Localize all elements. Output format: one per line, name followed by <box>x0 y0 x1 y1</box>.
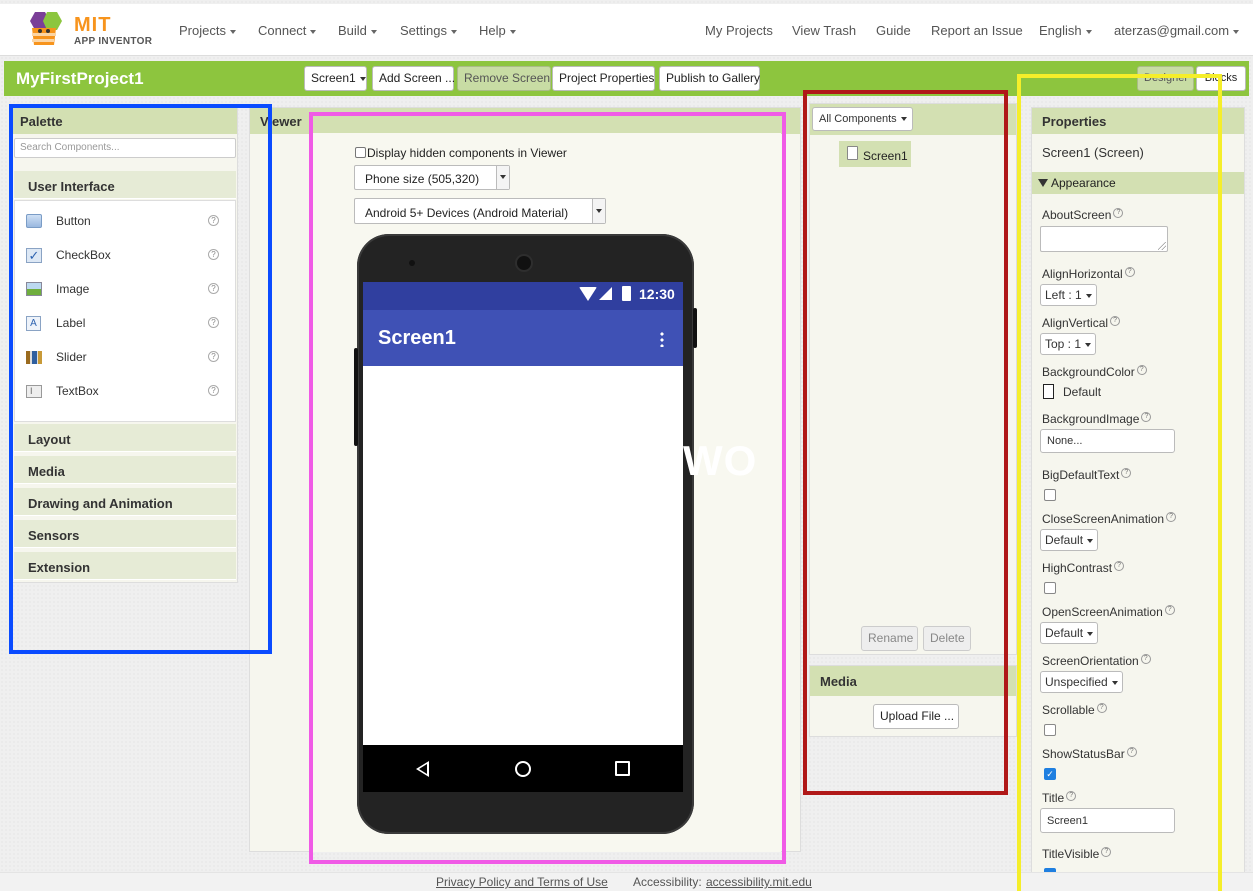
nav-view-trash[interactable]: View Trash <box>792 23 856 38</box>
logo-app-inventor-text: APP INVENTOR <box>74 36 153 47</box>
accessibility-link[interactable]: accessibility.mit.edu <box>706 875 812 889</box>
chevron-down-icon <box>450 29 457 34</box>
components-highlight-box <box>803 90 1008 795</box>
nav-settings[interactable]: Settings <box>400 23 457 38</box>
project-name: MyFirstProject1 <box>16 69 144 88</box>
chevron-down-icon <box>229 29 236 34</box>
publish-to-gallery-button[interactable]: Publish to Gallery <box>659 66 760 91</box>
app-inventor-logo[interactable]: MIT APP INVENTOR <box>26 9 156 51</box>
accessibility-label: Accessibility: <box>633 875 702 889</box>
palette-highlight-box <box>9 104 272 654</box>
project-properties-button[interactable]: Project Properties <box>552 66 655 91</box>
top-navigation-bar: MIT APP INVENTOR Projects Connect Build … <box>0 4 1253 56</box>
chevron-down-icon <box>1085 29 1092 34</box>
screen-select-button[interactable]: Screen1 <box>304 66 367 91</box>
chevron-down-icon <box>359 76 366 81</box>
nav-projects[interactable]: Projects <box>179 23 236 38</box>
properties-highlight-box <box>1017 74 1222 891</box>
chevron-down-icon <box>1233 29 1240 34</box>
privacy-policy-link[interactable]: Privacy Policy and Terms of Use <box>436 875 608 889</box>
nav-report-issue[interactable]: Report an Issue <box>931 23 1023 38</box>
remove-screen-button[interactable]: Remove Screen <box>457 66 551 91</box>
nav-guide[interactable]: Guide <box>876 23 911 38</box>
add-screen-button[interactable]: Add Screen ... <box>372 66 455 91</box>
chevron-down-icon <box>310 29 317 34</box>
nav-account[interactable]: aterzas@gmail.com <box>1114 23 1240 38</box>
chevron-down-icon <box>509 29 516 34</box>
viewer-highlight-box <box>309 112 786 864</box>
nav-connect[interactable]: Connect <box>258 23 317 38</box>
nav-my-projects[interactable]: My Projects <box>705 23 773 38</box>
logo-mit-text: MIT <box>74 14 112 36</box>
chevron-down-icon <box>370 29 377 34</box>
nav-build[interactable]: Build <box>338 23 377 38</box>
bee-logo-icon <box>30 12 62 45</box>
nav-language[interactable]: English <box>1039 23 1092 38</box>
nav-help[interactable]: Help <box>479 23 516 38</box>
